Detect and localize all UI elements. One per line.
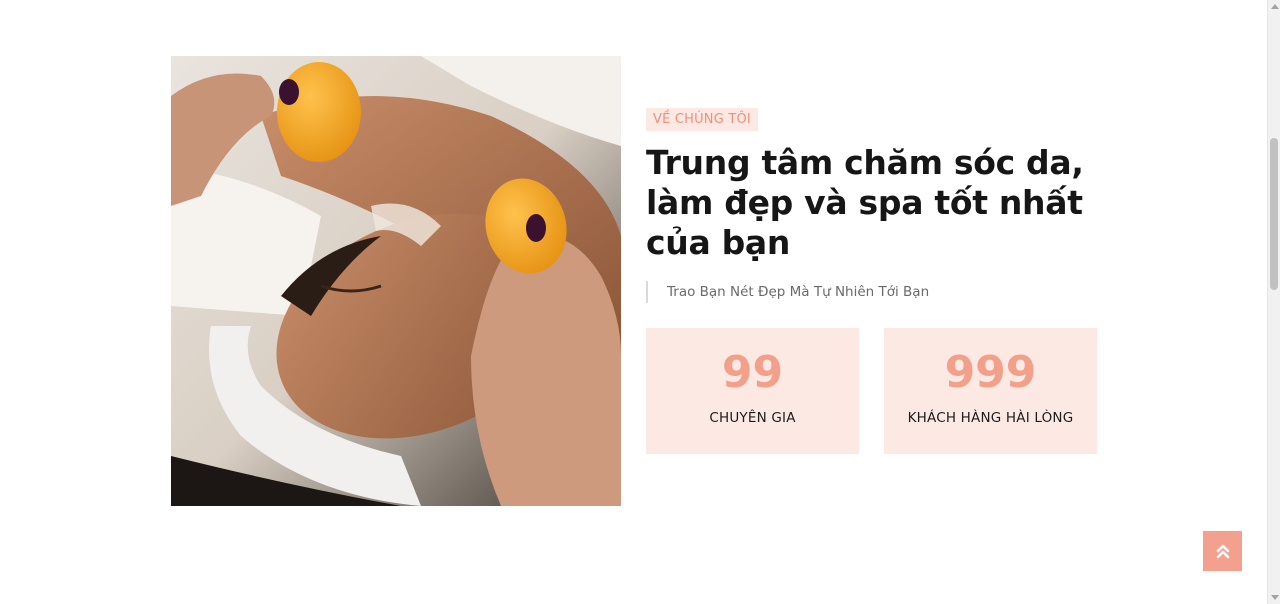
page-scrollbar[interactable] [1267,0,1280,604]
stat-label: KHÁCH HÀNG HÀI LÒNG [907,410,1074,426]
stat-card-customers: 999 KHÁCH HÀNG HÀI LÒNG [884,328,1097,454]
stats-row: 99 CHUYÊN GIA 999 KHÁCH HÀNG HÀI LÒNG [646,328,1106,454]
scroll-down-arrow-icon[interactable] [1271,595,1279,600]
stat-value: 999 [944,347,1037,398]
double-chevron-up-icon [1216,544,1229,559]
scrollbar-thumb[interactable] [1270,138,1278,290]
section-tag: VỀ CHÚNG TÔI [646,108,758,131]
scroll-to-top-button[interactable] [1203,531,1242,571]
section-title: Trung tâm chăm sóc da, làm đẹp và spa tố… [646,143,1084,262]
section-subtitle: Trao Bạn Nét Đẹp Mà Tự Nhiên Tới Bạn [646,281,1106,303]
spa-facial-photo [171,56,621,506]
stat-value: 99 [721,347,784,398]
stat-label: CHUYÊN GIA [709,410,796,426]
page: VỀ CHÚNG TÔI Trung tâm chăm sóc da, làm … [0,0,1280,604]
stat-card-experts: 99 CHUYÊN GIA [646,328,859,454]
about-section: VỀ CHÚNG TÔI Trung tâm chăm sóc da, làm … [646,108,1106,454]
scroll-up-arrow-icon[interactable] [1271,4,1279,9]
